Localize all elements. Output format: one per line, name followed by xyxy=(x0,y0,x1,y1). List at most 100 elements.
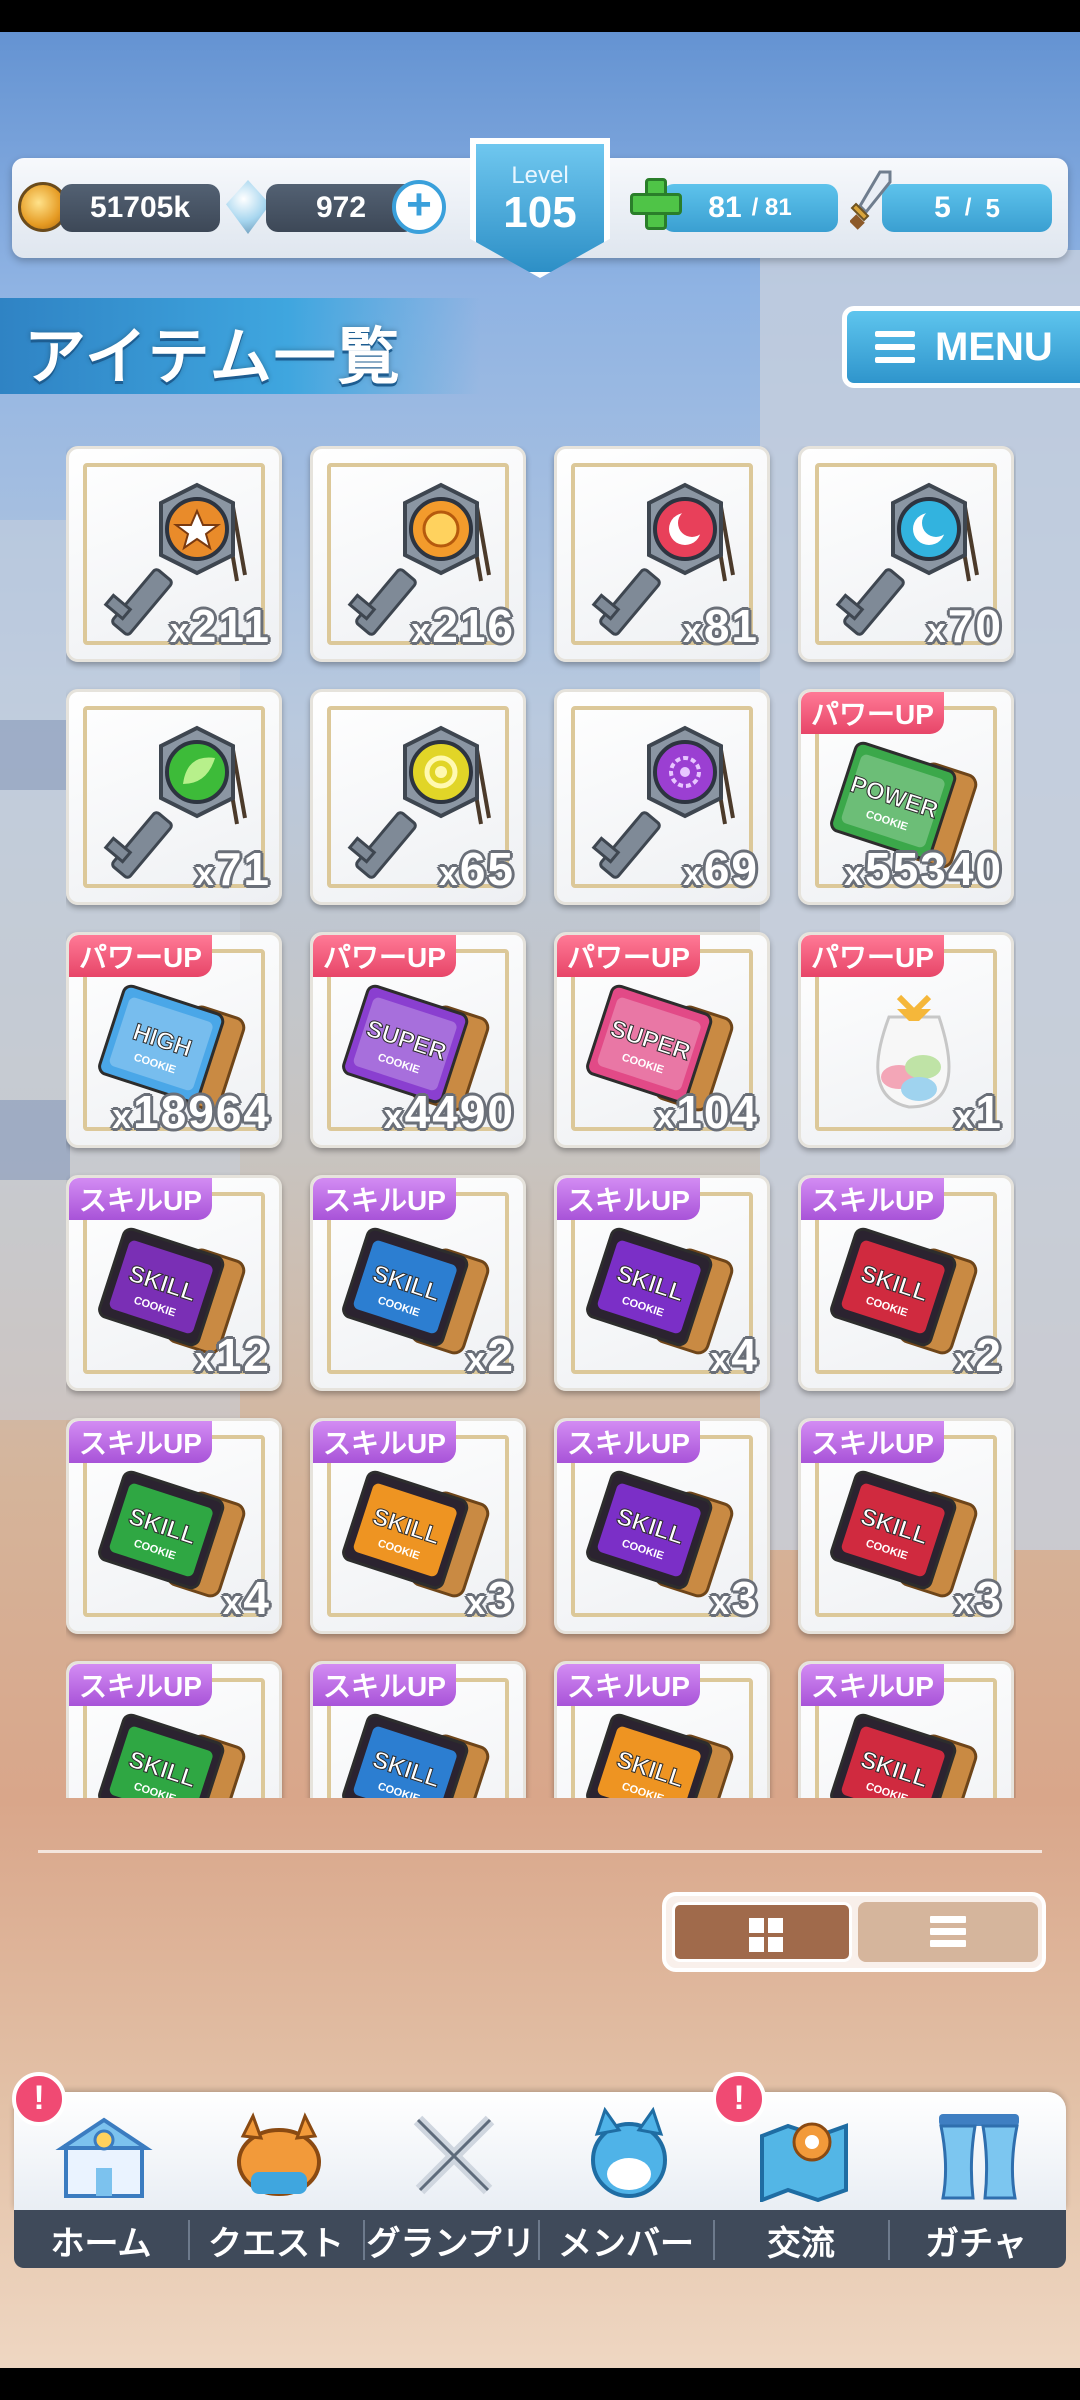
gem-icon xyxy=(226,180,270,234)
item-tile[interactable]: パワーUP x1 xyxy=(798,932,1014,1148)
grid-view-button[interactable] xyxy=(672,1902,852,1962)
nav-item[interactable]: クエスト xyxy=(189,2092,363,2268)
bottom-navigation: ホーム クエスト グランプリ メンバー 交流 ガチャ xyxy=(14,2092,1066,2268)
view-toggle xyxy=(662,1892,1046,1972)
item-tag: スキルUP xyxy=(801,1178,944,1220)
system-nav-bar xyxy=(0,2368,1080,2400)
notification-badge: ! xyxy=(12,2072,66,2126)
item-tile[interactable]: x65 xyxy=(310,689,526,905)
list-view-button[interactable] xyxy=(858,1902,1038,1962)
item-tile[interactable]: SKILL COOKIE スキルUP x3 xyxy=(554,1418,770,1634)
item-tile[interactable]: SUPER COOKIE パワーUP x104 xyxy=(554,932,770,1148)
item-tag: パワーUP xyxy=(313,935,456,977)
item-tile[interactable]: SKILL COOKIE スキルUP x2 xyxy=(310,1175,526,1391)
item-count-value: 70 xyxy=(947,600,1003,652)
item-count: x81 xyxy=(682,600,759,652)
item-count: x3 xyxy=(466,1572,515,1624)
stamina-counter: 81 / 81 xyxy=(662,184,838,232)
coin-counter: 51705k xyxy=(60,184,220,232)
item-count: x4 xyxy=(222,1572,271,1624)
battle-max: 5 xyxy=(985,192,1000,223)
battle-value: 5 xyxy=(934,191,951,224)
item-count-value: 4 xyxy=(731,1329,759,1381)
item-count-value: 18964 xyxy=(133,1086,271,1138)
item-tile[interactable]: SKILL COOKIE スキルUP x3 xyxy=(798,1418,1014,1634)
stamina-cross-icon xyxy=(630,178,682,230)
item-tile[interactable]: SKILL COOKIE スキルUP xyxy=(66,1661,282,1798)
hamburger-icon xyxy=(875,331,915,363)
item-count: x71 xyxy=(194,843,271,895)
item-tile[interactable]: x216 xyxy=(310,446,526,662)
item-tile[interactable]: SKILL COOKIE スキルUP x4 xyxy=(66,1418,282,1634)
item-count-value: 3 xyxy=(487,1572,515,1624)
item-count: x3 xyxy=(710,1572,759,1624)
item-count: x69 xyxy=(682,843,759,895)
nav-separator xyxy=(538,2220,540,2260)
list-view-icon xyxy=(930,1916,966,1948)
item-tile[interactable]: SKILL COOKIE スキルUP x4 xyxy=(554,1175,770,1391)
item-tile[interactable]: x211 xyxy=(66,446,282,662)
nav-label: ガチャ xyxy=(925,2225,1027,2263)
item-tag: スキルUP xyxy=(313,1178,456,1220)
item-count: x4490 xyxy=(383,1086,515,1138)
item-count-value: 3 xyxy=(731,1572,759,1624)
item-count: x216 xyxy=(411,600,515,652)
item-tile[interactable]: x71 xyxy=(66,689,282,905)
item-tag: スキルUP xyxy=(313,1664,456,1706)
item-count-value: 4490 xyxy=(404,1086,515,1138)
item-tile[interactable]: HIGH COOKIE パワーUP x18964 xyxy=(66,932,282,1148)
item-count: x70 xyxy=(926,600,1003,652)
nav-separator xyxy=(713,2220,715,2260)
item-tile[interactable]: SKILL COOKIE スキルUP x2 xyxy=(798,1175,1014,1391)
level-value: 105 xyxy=(503,188,577,237)
item-tile[interactable]: POWER COOKIE パワーUP x55340 xyxy=(798,689,1014,905)
background-window xyxy=(0,1100,70,1180)
item-tag: パワーUP xyxy=(69,935,212,977)
stamina-max: / 81 xyxy=(751,194,792,221)
item-count-value: 211 xyxy=(190,600,271,652)
nav-item[interactable]: メンバー xyxy=(539,2092,713,2268)
character-icon xyxy=(591,2106,667,2198)
item-count-value: 71 xyxy=(215,843,271,895)
item-tile[interactable]: x70 xyxy=(798,446,1014,662)
item-tile[interactable]: SUPER COOKIE パワーUP x4490 xyxy=(310,932,526,1148)
item-count-value: 4 xyxy=(243,1572,271,1624)
item-tile[interactable]: SKILL COOKIE スキルUP xyxy=(310,1661,526,1798)
item-tag: スキルUP xyxy=(557,1421,700,1463)
item-count-value: 2 xyxy=(975,1329,1003,1381)
item-tile[interactable]: SKILL COOKIE スキルUP xyxy=(554,1661,770,1798)
item-count: x4 xyxy=(710,1329,759,1381)
battle-counter: 5 / 5 xyxy=(882,184,1052,232)
menu-button[interactable]: MENU xyxy=(842,306,1080,388)
notification-badge: ! xyxy=(712,2072,766,2126)
crossed-swords-icon xyxy=(413,2115,495,2195)
curtain-icon xyxy=(939,2114,1019,2200)
item-count: x2 xyxy=(466,1329,515,1381)
item-count-value: 81 xyxy=(703,600,759,652)
nav-item[interactable]: ガチャ xyxy=(889,2092,1063,2268)
gem-value: 972 xyxy=(315,191,367,224)
item-count: x18964 xyxy=(112,1086,271,1138)
item-tile[interactable]: SKILL COOKIE スキルUP x3 xyxy=(310,1418,526,1634)
item-tile[interactable]: x81 xyxy=(554,446,770,662)
item-tile[interactable]: SKILL COOKIE スキルUP x12 xyxy=(66,1175,282,1391)
item-tile[interactable]: SKILL COOKIE スキルUP xyxy=(798,1661,1014,1798)
map-icon xyxy=(760,2122,848,2202)
stamina-value: 81 xyxy=(708,191,742,224)
monster-icon xyxy=(237,2112,321,2196)
item-tag: スキルUP xyxy=(69,1421,212,1463)
nav-separator xyxy=(363,2220,365,2260)
item-tag: スキルUP xyxy=(801,1664,944,1706)
item-grid: x211 x216 x81 x70 x71 x65 x69 POWER COOK… xyxy=(66,446,1016,1798)
item-tag: スキルUP xyxy=(69,1664,212,1706)
nav-label: メンバー xyxy=(558,2225,694,2263)
item-count: x2 xyxy=(954,1329,1003,1381)
item-count: x65 xyxy=(438,843,515,895)
item-tile[interactable]: x69 xyxy=(554,689,770,905)
add-gems-button[interactable]: + xyxy=(392,180,446,234)
item-tag: パワーUP xyxy=(801,692,944,734)
coin-value: 51705k xyxy=(89,191,191,224)
nav-item[interactable]: グランプリ xyxy=(364,2092,538,2268)
item-tag: スキルUP xyxy=(557,1178,700,1220)
page-title: アイテム一覧 xyxy=(24,323,402,392)
